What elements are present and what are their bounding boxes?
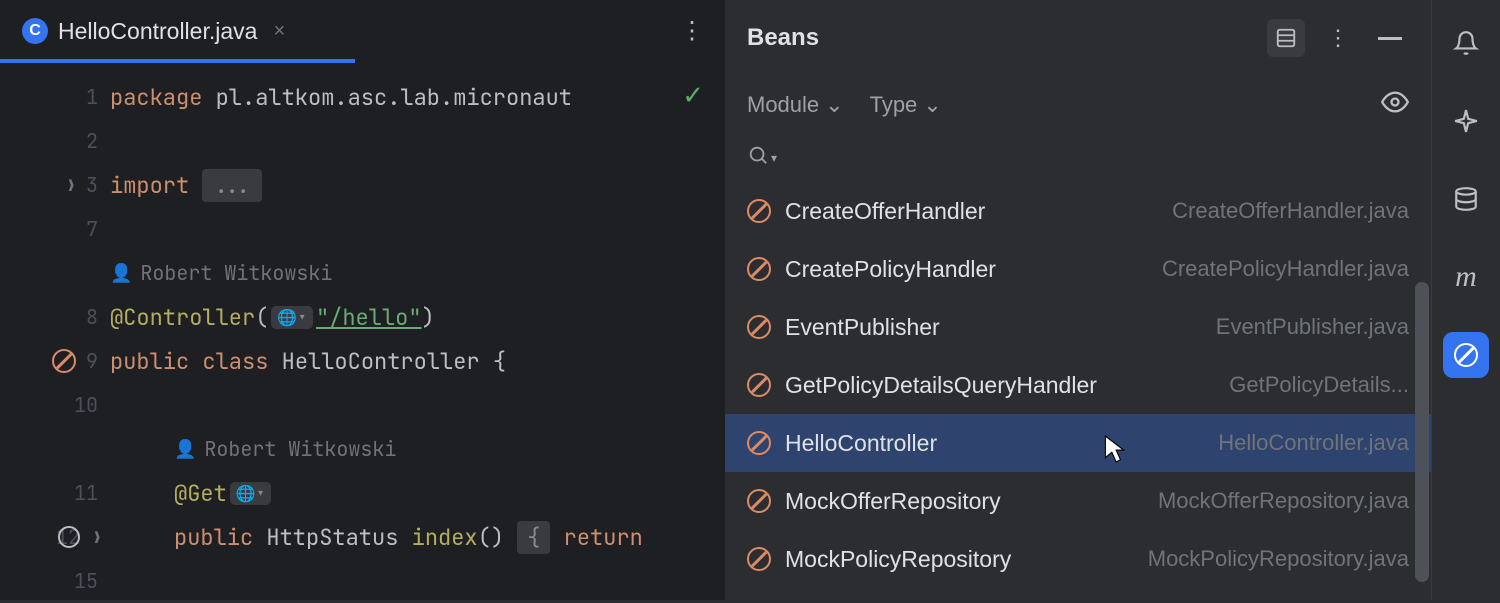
type-filter[interactable]: Type⌄ xyxy=(870,92,942,118)
endpoint-gutter-icon[interactable] xyxy=(58,526,80,548)
url-mapping-icon[interactable]: 🌐▾ xyxy=(230,482,272,505)
fold-icon[interactable]: ❯ xyxy=(66,175,76,196)
bean-item[interactable]: MockOfferRepository MockOfferRepository.… xyxy=(725,472,1431,530)
beans-header: Beans ⋮ xyxy=(725,0,1431,76)
micronaut-icon[interactable]: m xyxy=(1443,254,1489,300)
bean-item[interactable]: GetPolicyDetailsQueryHandler GetPolicyDe… xyxy=(725,356,1431,414)
bean-icon xyxy=(747,431,771,455)
bean-gutter-icon[interactable] xyxy=(52,349,76,373)
scrollbar[interactable] xyxy=(1415,282,1429,582)
beans-filters: Module⌄ Type⌄ xyxy=(725,76,1431,134)
minimize-icon[interactable] xyxy=(1371,19,1409,57)
line-number: 7 xyxy=(70,216,98,242)
notifications-icon[interactable] xyxy=(1443,20,1489,66)
beans-search[interactable]: ▾ xyxy=(725,134,1431,182)
chevron-down-icon: ⌄ xyxy=(825,92,843,118)
bean-icon xyxy=(747,547,771,571)
close-icon[interactable]: × xyxy=(273,20,285,43)
ai-assistant-icon[interactable] xyxy=(1443,98,1489,144)
bean-icon xyxy=(747,489,771,513)
line-number: 2 xyxy=(70,128,98,154)
search-icon xyxy=(747,144,769,172)
layout-icon[interactable] xyxy=(1267,19,1305,57)
beans-list: CreateOfferHandler CreateOfferHandler.ja… xyxy=(725,182,1431,600)
line-number: 8 xyxy=(70,304,98,330)
class-icon: C xyxy=(22,18,48,44)
tab-overflow-icon[interactable]: ⋮ xyxy=(680,17,704,46)
author-icon: 👤 xyxy=(110,262,132,285)
bean-item[interactable]: EventPublisher EventPublisher.java xyxy=(725,298,1431,356)
author-hint: Robert Witkowski xyxy=(204,436,396,462)
bean-item[interactable]: CreatePolicyHandler CreatePolicyHandler.… xyxy=(725,240,1431,298)
line-number: 10 xyxy=(70,392,98,418)
checkmark-icon[interactable]: ✓ xyxy=(682,77,704,112)
chevron-down-icon: ⌄ xyxy=(923,92,941,118)
database-icon[interactable] xyxy=(1443,176,1489,222)
line-number: 1 xyxy=(70,84,98,110)
visibility-icon[interactable] xyxy=(1381,88,1409,122)
line-number: 11 xyxy=(70,480,98,506)
beans-panel: Beans ⋮ Module⌄ Type⌄ ▾ CreateOfferHandl… xyxy=(724,0,1431,600)
panel-title: Beans xyxy=(747,24,1253,52)
bean-item-selected[interactable]: HelloController HelloController.java xyxy=(725,414,1431,472)
chevron-down-icon: ▾ xyxy=(771,151,777,165)
author-icon: 👤 xyxy=(174,438,196,461)
bean-item[interactable]: CreateOfferHandler CreateOfferHandler.ja… xyxy=(725,182,1431,240)
tab-title: HelloController.java xyxy=(58,18,257,45)
beans-tool-icon[interactable] xyxy=(1443,332,1489,378)
folded-imports[interactable]: ... xyxy=(202,169,262,202)
tab-hello-controller[interactable]: C HelloController.java × xyxy=(10,0,297,62)
more-icon[interactable]: ⋮ xyxy=(1319,19,1357,57)
author-hint: Robert Witkowski xyxy=(140,260,332,286)
bean-icon xyxy=(747,199,771,223)
fold-icon[interactable]: ❯ xyxy=(92,527,102,548)
editor-gutter: 1 2 ❯ 3 7 8 9 10 11 ❯ 12 15 xyxy=(0,63,110,603)
url-mapping-icon[interactable]: 🌐▾ xyxy=(271,306,313,329)
editor-body: 1 2 ❯ 3 7 8 9 10 11 ❯ 12 15 ✓ xyxy=(0,63,724,603)
line-number: 15 xyxy=(70,568,98,594)
code-area[interactable]: ✓ package pl.altkom.asc.lab.micronaut im… xyxy=(110,63,724,603)
bean-icon xyxy=(747,315,771,339)
editor-pane: C HelloController.java × ⋮ 1 2 ❯ 3 7 8 9… xyxy=(0,0,724,600)
bean-icon xyxy=(747,257,771,281)
tab-bar: C HelloController.java × ⋮ xyxy=(0,0,724,63)
bean-icon xyxy=(747,373,771,397)
bean-item[interactable]: MockPolicyRepository MockPolicyRepositor… xyxy=(725,530,1431,588)
module-filter[interactable]: Module⌄ xyxy=(747,92,844,118)
right-tool-strip: m xyxy=(1431,0,1500,600)
